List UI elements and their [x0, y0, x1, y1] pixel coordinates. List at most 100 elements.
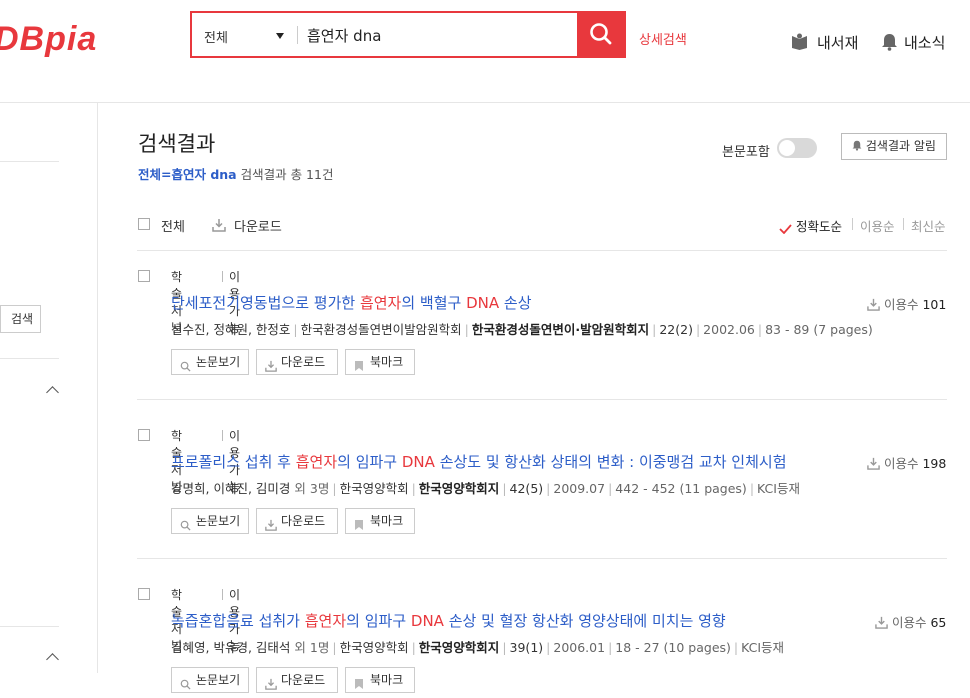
search-alert-button[interactable]: 검색결과 알림	[841, 133, 947, 160]
divider	[137, 250, 947, 251]
usage-count: 이용수 198	[867, 453, 946, 473]
button-label: 다운로드	[281, 514, 326, 528]
button-label: 북마크	[370, 355, 404, 369]
dbpia-logo[interactable]: DBpia	[0, 20, 97, 59]
divider	[137, 558, 947, 559]
publisher[interactable]: 한국환경성돌연변이발암원학회	[301, 322, 462, 337]
download-button[interactable]: 다운로드	[256, 508, 338, 534]
issue[interactable]: 42(5)	[510, 481, 544, 496]
title-highlight: 흡연자	[304, 612, 347, 630]
page-title: 검색결과	[138, 132, 216, 156]
result-checkbox[interactable]	[138, 588, 150, 600]
divider: |	[411, 481, 416, 496]
journal[interactable]: 한국영양학회지	[419, 481, 500, 496]
usage-label: 이용수	[884, 297, 923, 312]
result-checkbox[interactable]	[138, 270, 150, 282]
search-scope-select[interactable]: 전체	[204, 27, 228, 46]
sort-latest[interactable]: 최신순	[911, 216, 946, 235]
result-checkbox[interactable]	[138, 429, 150, 441]
magnifier-icon	[180, 356, 191, 380]
chevron-up-icon[interactable]	[46, 653, 59, 666]
download-button[interactable]: 다운로드	[256, 349, 338, 375]
pages: 83 - 89 (7 pages)	[765, 322, 873, 337]
title-text: 손상도 및 항산화 상태의 변화 : 이중맹검 교차 인체시험	[434, 453, 787, 471]
select-all-checkbox[interactable]	[138, 218, 150, 230]
bookmark-button[interactable]: 북마크	[345, 349, 415, 375]
button-label: 다운로드	[281, 673, 326, 687]
usage-count: 이용수 65	[875, 612, 946, 632]
detail-search-link[interactable]: 상세검색	[639, 29, 687, 48]
button-label: 논문보기	[196, 514, 241, 528]
issue[interactable]: 39(1)	[510, 640, 544, 655]
divider: |	[502, 640, 507, 655]
divider: |	[608, 481, 613, 496]
usage-value: 198	[922, 456, 947, 471]
journal[interactable]: 한국환경성돌연변이·발암원학회지	[472, 322, 649, 337]
caret-down-icon[interactable]	[276, 33, 284, 39]
usage-label: 이용수	[884, 456, 923, 471]
authors[interactable]: 강명희, 이혜진, 김미경	[171, 481, 290, 496]
checkmark-icon	[779, 219, 792, 238]
publisher[interactable]: 한국영양학회	[340, 640, 409, 655]
divider: |	[733, 640, 739, 655]
sidebar-search-button[interactable]: 검색	[0, 305, 41, 333]
divider	[137, 399, 947, 400]
kci-badge: KCI등재	[741, 640, 785, 655]
sidebar-divider	[0, 358, 59, 359]
result-summary: 전체=흡연자 dna 검색결과 총 11건	[138, 164, 333, 183]
title-highlight: DNA	[401, 453, 435, 471]
title-text: 손상 및 혈장 항산화 영양상태에 미치는 영향	[443, 612, 726, 630]
authors[interactable]: 선수진, 정해원, 한정호	[171, 322, 290, 337]
divider	[222, 430, 223, 441]
pub-date: 2006.01	[553, 640, 606, 655]
pub-date: 2002.06	[703, 322, 755, 337]
download-icon	[867, 457, 880, 473]
pub-date: 2009.07	[553, 481, 606, 496]
usage-value: 65	[930, 615, 947, 630]
view-paper-button[interactable]: 논문보기	[171, 508, 249, 534]
chevron-up-icon[interactable]	[46, 386, 59, 399]
bell-icon	[852, 140, 862, 151]
divider	[297, 26, 298, 44]
sort-accuracy[interactable]: 정확도순	[796, 216, 842, 235]
pages: 18 - 27 (10 pages)	[615, 640, 731, 655]
button-label: 논문보기	[196, 355, 241, 369]
fulltext-toggle[interactable]	[777, 138, 817, 158]
sort-popularity[interactable]: 이용순	[860, 216, 895, 235]
search-button[interactable]	[577, 11, 626, 58]
authors-extra: 외 1명	[294, 640, 330, 655]
view-paper-button[interactable]: 논문보기	[171, 667, 249, 693]
divider	[903, 218, 904, 230]
result-title-link[interactable]: 단세포전기영동법으로 평가한 흡연자의 백혈구 DNA 손상	[171, 292, 532, 313]
header: DBpia 전체 흡연자 dna 상세검색 내서재 내소식	[0, 0, 970, 103]
summary-count: 검색결과 총 11건	[240, 167, 334, 182]
title-text: 손상	[499, 294, 532, 312]
bookmark-icon	[354, 674, 364, 698]
search-input[interactable]: 흡연자 dna	[307, 25, 381, 46]
download-all-button[interactable]: 다운로드	[234, 216, 282, 235]
journal[interactable]: 한국영양학회지	[419, 640, 500, 655]
view-paper-button[interactable]: 논문보기	[171, 349, 249, 375]
divider: |	[757, 322, 763, 337]
publisher[interactable]: 한국영양학회	[340, 481, 409, 496]
divider: |	[464, 322, 469, 337]
divider: |	[608, 640, 613, 655]
my-news-link[interactable]: 내소식	[904, 32, 945, 53]
fulltext-toggle-label: 본문포함	[722, 145, 770, 160]
kci-badge: KCI등재	[757, 481, 800, 496]
title-text: 의 임파구	[346, 612, 411, 630]
usage-label: 이용수	[892, 615, 931, 630]
bookmark-icon	[354, 356, 364, 380]
download-button[interactable]: 다운로드	[256, 667, 338, 693]
issue[interactable]: 22(2)	[659, 322, 693, 337]
authors[interactable]: 김혜영, 박유경, 김태석	[171, 640, 290, 655]
download-icon	[265, 356, 277, 380]
download-icon	[867, 298, 880, 314]
bookmark-button[interactable]: 북마크	[345, 667, 415, 693]
result-title-link[interactable]: 녹즙혼합음료 섭취가 흡연자의 임파구 DNA 손상 및 혈장 항산화 영양상태…	[171, 610, 726, 631]
bookmark-button[interactable]: 북마크	[345, 508, 415, 534]
my-library-link[interactable]: 내서재	[817, 32, 858, 53]
result-title-link[interactable]: 프로폴리스 섭취 후 흡연자의 임파구 DNA 손상도 및 항산화 상태의 변화…	[171, 451, 787, 472]
authors-extra: 외 3명	[294, 481, 330, 496]
divider: |	[546, 640, 551, 655]
